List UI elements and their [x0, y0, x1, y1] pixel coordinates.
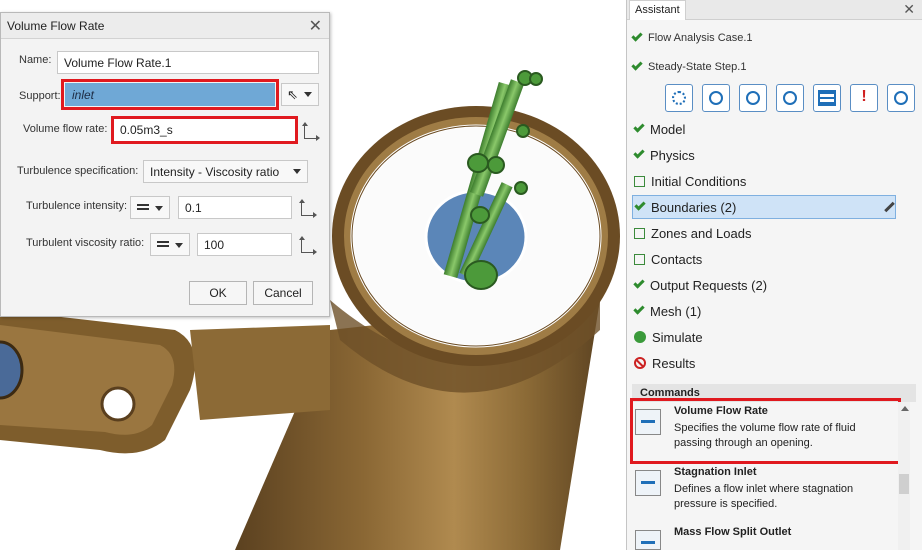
chevron-down-icon — [293, 169, 301, 174]
turbulence-intensity-label: Turbulence intensity: — [26, 200, 128, 212]
tree-item-mesh[interactable]: Mesh (1) — [632, 299, 896, 323]
blocked-icon — [634, 357, 646, 369]
refresh-icon[interactable] — [887, 84, 915, 112]
command-stagnation-inlet[interactable]: Stagnation Inlet Defines a flow inlet wh… — [632, 466, 902, 516]
case-line[interactable]: Flow Analysis Case.1 — [631, 30, 753, 44]
scroll-thumb[interactable] — [899, 474, 909, 494]
tree-item-simulate[interactable]: Simulate — [632, 325, 896, 349]
commands-scrollbar[interactable] — [898, 402, 910, 550]
command-mass-flow-split-outlet[interactable]: Mass Flow Split Outlet — [632, 526, 902, 550]
run-icon[interactable] — [776, 84, 804, 112]
check-icon — [633, 303, 645, 315]
tree-item-label: Simulate — [652, 329, 703, 345]
dialog-title: Volume Flow Rate — [7, 19, 105, 33]
function-axis-icon[interactable] — [299, 236, 317, 255]
support-highlight — [61, 79, 279, 110]
command-title: Stagnation Inlet — [674, 466, 757, 478]
tree-item-label: Contacts — [651, 251, 703, 267]
equals-icon — [137, 204, 149, 206]
command-desc: Defines a flow inlet where stagnation pr… — [674, 483, 854, 510]
volume-flow-highlight — [111, 116, 298, 144]
initialize-icon[interactable] — [665, 84, 693, 112]
empty-box-icon — [634, 175, 645, 187]
volume-flow-label: Volume flow rate: — [23, 123, 108, 135]
warning-icon[interactable]: ! — [850, 84, 878, 112]
equals-icon — [157, 241, 169, 243]
tree-item-label: Zones and Loads — [651, 225, 752, 241]
case-label: Flow Analysis Case.1 — [648, 32, 753, 44]
tree-item-initial-conditions[interactable]: Initial Conditions — [632, 169, 896, 193]
assistant-toolbar: ! — [665, 84, 915, 112]
turbulent-viscosity-field[interactable]: 100 — [197, 233, 292, 256]
scroll-up-icon[interactable] — [901, 406, 909, 411]
tree-item-output-requests[interactable]: Output Requests (2) — [632, 273, 896, 297]
check-icon — [634, 199, 646, 211]
turbulence-spec-select[interactable]: Intensity - Viscosity ratio — [143, 160, 308, 183]
status-dot-icon — [634, 331, 646, 343]
chevron-down-icon — [175, 243, 183, 248]
turbulent-viscosity-label: Turbulent viscosity ratio: — [26, 237, 145, 249]
ok-button[interactable]: OK — [189, 281, 247, 305]
support-select-button[interactable]: ⇖ — [281, 83, 319, 106]
assistant-panel: Assistant ✕ Flow Analysis Case.1 Steady-… — [626, 0, 922, 550]
check-icon — [631, 30, 643, 42]
tree-item-model[interactable]: Model — [632, 117, 896, 141]
close-icon[interactable]: ✕ — [309, 16, 322, 36]
check-icon — [633, 147, 645, 159]
tree-item-boundaries[interactable]: Boundaries (2) — [632, 195, 896, 219]
assistant-header: Assistant ✕ — [627, 0, 922, 20]
app-window: Volume Flow Rate ✕ Name: Volume Flow Rat… — [0, 0, 922, 550]
name-field[interactable]: Volume Flow Rate.1 — [57, 51, 319, 74]
sync-icon[interactable] — [702, 84, 730, 112]
cancel-button[interactable]: Cancel — [253, 281, 313, 305]
command-highlight — [630, 398, 901, 464]
stagnation-inlet-icon — [635, 470, 661, 496]
tree-item-label: Physics — [650, 147, 695, 163]
turbulence-spec-value: Intensity - Viscosity ratio — [150, 165, 280, 179]
support-label: Support: — [19, 90, 61, 102]
tree-item-label: Results — [652, 355, 696, 371]
step-label: Steady-State Step.1 — [648, 61, 747, 73]
check-icon — [633, 277, 645, 289]
check-icon — [633, 121, 645, 133]
cursor-arrow-icon: ⇖ — [287, 87, 298, 102]
tree-item-results[interactable]: Results — [632, 351, 896, 375]
turbulence-intensity-field[interactable]: 0.1 — [178, 196, 292, 219]
pencil-icon[interactable] — [884, 201, 895, 213]
viscosity-mode-select[interactable] — [150, 233, 190, 256]
volume-flow-rate-dialog: Volume Flow Rate ✕ Name: Volume Flow Rat… — [0, 12, 330, 317]
tree-item-label: Boundaries (2) — [651, 199, 737, 215]
check-icon — [631, 59, 643, 71]
name-label: Name: — [19, 54, 52, 66]
dialog-titlebar: Volume Flow Rate ✕ — [1, 13, 329, 39]
tree-item-label: Output Requests (2) — [650, 277, 768, 293]
command-title: Mass Flow Split Outlet — [674, 526, 792, 538]
validate-icon[interactable] — [739, 84, 767, 112]
tree-item-contacts[interactable]: Contacts — [632, 247, 896, 271]
mass-flow-split-icon — [635, 530, 661, 550]
chevron-down-icon — [155, 206, 163, 211]
table-icon[interactable] — [813, 84, 841, 112]
tree-item-physics[interactable]: Physics — [632, 143, 896, 167]
empty-box-icon — [634, 253, 645, 265]
function-axis-icon[interactable] — [299, 199, 317, 218]
empty-box-icon — [634, 227, 645, 239]
function-axis-icon[interactable] — [302, 122, 320, 141]
tree-item-label: Initial Conditions — [651, 173, 747, 189]
intensity-mode-select[interactable] — [130, 196, 170, 219]
step-line[interactable]: Steady-State Step.1 — [631, 59, 747, 73]
tree-item-label: Mesh (1) — [650, 303, 702, 319]
turbulence-spec-label: Turbulence specification: — [17, 165, 139, 177]
chevron-down-icon — [304, 92, 312, 97]
tree-item-zones-and-loads[interactable]: Zones and Loads — [632, 221, 896, 245]
tree-item-label: Model — [650, 121, 686, 137]
assistant-tab[interactable]: Assistant — [629, 0, 686, 20]
close-icon[interactable]: ✕ — [903, 1, 915, 18]
